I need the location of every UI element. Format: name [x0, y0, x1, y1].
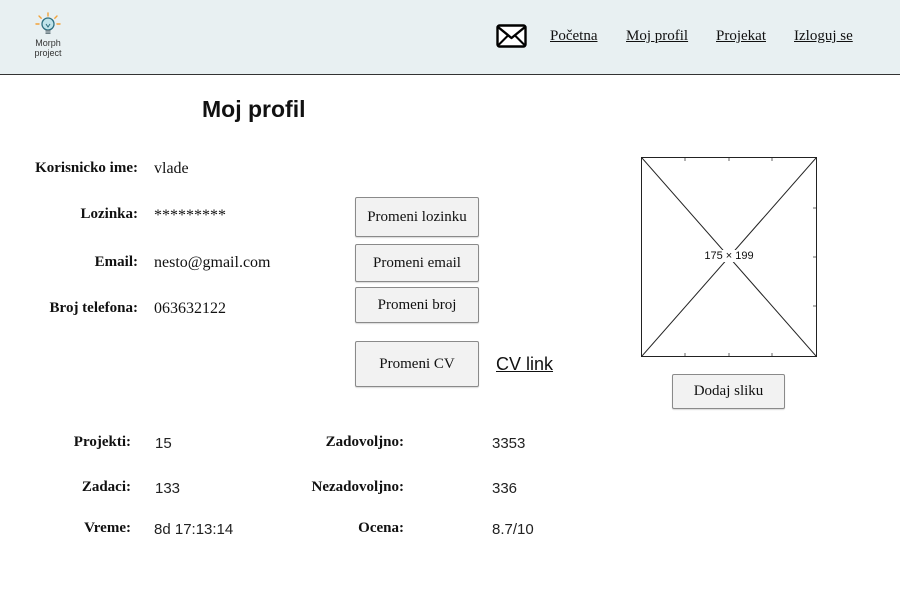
change-password-button[interactable]: Promeni lozinku	[355, 197, 479, 237]
time-value: 8d 17:13:14	[154, 521, 234, 538]
projects-label: Projekti:	[73, 434, 131, 450]
nav-link-logout[interactable]: Izloguj se	[794, 28, 853, 45]
password-value: *********	[154, 207, 226, 224]
change-email-button[interactable]: Promeni email	[355, 244, 479, 282]
change-phone-button[interactable]: Promeni broj	[355, 287, 479, 323]
satisfied-value: 3353	[492, 435, 526, 452]
top-navbar: Morph project Početna Moj profil Projeka…	[0, 0, 900, 75]
username-value: vlade	[154, 160, 189, 177]
rating-value: 8.7/10	[492, 521, 534, 538]
email-value: nesto@gmail.com	[154, 254, 271, 271]
add-image-button[interactable]: Dodaj sliku	[672, 374, 785, 409]
cv-link[interactable]: CV link	[496, 354, 553, 375]
tasks-value: 133	[155, 480, 181, 497]
envelope-icon[interactable]	[496, 24, 527, 48]
change-cv-button[interactable]: Promeni CV	[355, 341, 479, 387]
phone-label: Broj telefona:	[49, 300, 138, 316]
time-label: Vreme:	[84, 520, 131, 536]
logo-text-line2: project	[34, 48, 62, 58]
unsatisfied-value: 336	[492, 480, 518, 497]
password-label: Lozinka:	[80, 206, 138, 222]
tasks-label: Zadaci:	[81, 479, 131, 495]
rating-label: Ocena:	[358, 520, 404, 536]
page-title: Moj profil	[202, 96, 306, 122]
nav-link-profile[interactable]: Moj profil	[626, 28, 688, 45]
profile-image-placeholder: 175 × 199	[641, 157, 817, 357]
nav-link-home[interactable]: Početna	[550, 28, 597, 45]
lightbulb-icon	[35, 12, 61, 34]
username-label: Korisnicko ime:	[35, 160, 138, 176]
image-size-label: 175 × 199	[703, 250, 755, 262]
unsatisfied-label: Nezadovoljno:	[311, 479, 405, 495]
phone-value: 063632122	[154, 300, 226, 317]
logo[interactable]: Morph project	[28, 12, 68, 62]
satisfied-label: Zadovoljno:	[325, 434, 404, 450]
nav-link-project[interactable]: Projekat	[716, 28, 766, 45]
email-label: Email:	[94, 254, 138, 270]
logo-text-line1: Morph	[35, 38, 61, 48]
projects-value: 15	[155, 435, 172, 452]
